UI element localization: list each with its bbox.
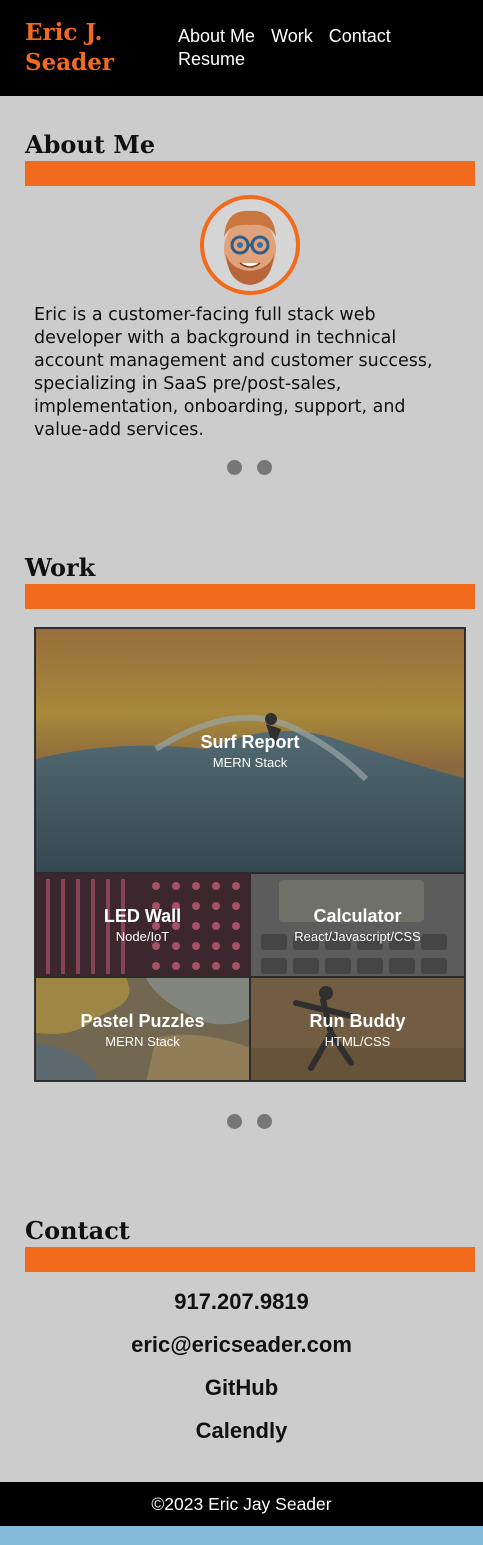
about-section-title: About Me <box>25 130 156 159</box>
project-title: Surf Report <box>200 732 300 752</box>
contact-github-link[interactable]: GitHub <box>0 1375 483 1401</box>
work-carousel-dots <box>227 1114 277 1130</box>
about-title-underline <box>25 161 475 186</box>
contact-section-title: Contact <box>25 1216 130 1245</box>
nav-link-work[interactable]: Work <box>271 26 313 46</box>
site-footer: ©2023 Eric Jay Seader <box>0 1482 483 1526</box>
footer-copyright: ©2023 Eric Jay Seader <box>151 1494 332 1514</box>
main-nav: About Me Work Contact Resume <box>178 25 448 71</box>
project-stack: HTML/CSS <box>324 1034 391 1049</box>
site-header: Eric J. Seader About Me Work Contact Res… <box>0 0 483 96</box>
project-tile-led-wall[interactable]: LED Wall Node/IoT <box>35 873 250 977</box>
project-title: Run Buddy <box>309 1011 406 1031</box>
about-carousel-dots <box>227 460 277 476</box>
nav-link-about[interactable]: About Me <box>178 26 255 46</box>
nav-link-resume[interactable]: Resume <box>178 49 245 69</box>
site-brand[interactable]: Eric J. Seader <box>25 18 155 78</box>
project-title: Pastel Puzzles <box>80 1011 205 1031</box>
nav-link-contact[interactable]: Contact <box>329 26 391 46</box>
contact-calendly-link[interactable]: Calendly <box>0 1418 483 1444</box>
project-stack: MERN Stack <box>105 1034 180 1049</box>
avatar <box>200 195 300 295</box>
contact-title-underline <box>25 1247 475 1272</box>
work-section-title: Work <box>25 553 96 582</box>
carousel-dot[interactable] <box>227 1114 242 1129</box>
bottom-strip <box>0 1526 483 1545</box>
project-title: LED Wall <box>103 906 182 926</box>
project-tile-pastel-puzzles[interactable]: Pastel Puzzles MERN Stack <box>35 977 250 1081</box>
carousel-dot[interactable] <box>227 460 242 475</box>
project-tile-surf-report[interactable]: Surf Report MERN Stack <box>35 628 465 873</box>
project-title: Calculator <box>313 906 402 926</box>
work-grid: Surf Report MERN Stack LED Wall Node/IoT <box>34 627 466 1082</box>
carousel-dot[interactable] <box>257 1114 272 1129</box>
project-tile-run-buddy[interactable]: Run Buddy HTML/CSS <box>250 977 465 1081</box>
carousel-dot[interactable] <box>257 460 272 475</box>
contact-email-link[interactable]: eric@ericseader.com <box>0 1332 483 1358</box>
project-tile-calculator[interactable]: Calculator React/Javascript/CSS <box>250 873 465 977</box>
contact-phone-link[interactable]: 917.207.9819 <box>0 1289 483 1315</box>
project-stack: Node/IoT <box>115 929 170 944</box>
project-stack: React/Javascript/CSS <box>294 929 421 944</box>
work-title-underline <box>25 584 475 609</box>
about-bio: Eric is a customer-facing full stack web… <box>34 305 433 440</box>
project-stack: MERN Stack <box>212 755 288 770</box>
